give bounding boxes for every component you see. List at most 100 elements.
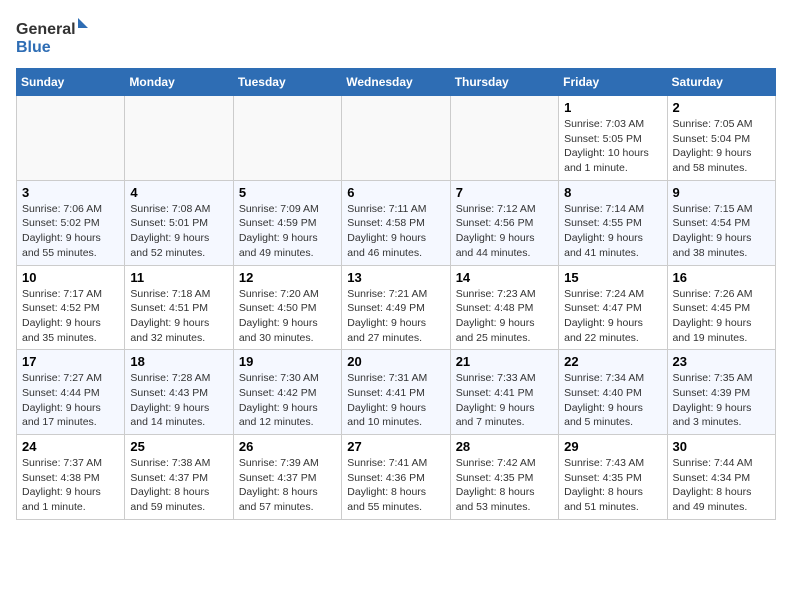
day-info: Sunrise: 7:05 AM Sunset: 5:04 PM Dayligh…: [673, 117, 770, 176]
svg-text:Blue: Blue: [16, 39, 51, 56]
calendar-cell: 30Sunrise: 7:44 AM Sunset: 4:34 PM Dayli…: [667, 435, 775, 520]
day-info: Sunrise: 7:24 AM Sunset: 4:47 PM Dayligh…: [564, 287, 661, 346]
calendar-cell: 20 Sunrise: 7:31 AM Sunset: 4:41 PM Dayli…: [342, 350, 450, 435]
day-number: 15: [564, 270, 661, 285]
calendar-cell: 26 Sunrise: 7:39 AM Sunset: 4:37 PM Dayli…: [233, 435, 341, 520]
day-number: 16: [673, 270, 770, 285]
day-number: 24: [22, 439, 119, 454]
day-number: 1: [564, 100, 661, 115]
header: GeneralBlue: [16, 16, 776, 56]
calendar-cell: 24 Sunrise: 7:37 AM Sunset: 4:38 PM Dayli…: [17, 435, 125, 520]
day-number: 6: [347, 185, 444, 200]
calendar-header-wednesday: Wednesday: [342, 69, 450, 96]
calendar-header-tuesday: Tuesday: [233, 69, 341, 96]
calendar-week-row: 17Sunrise: 7:27 AM Sunset: 4:44 PM Dayli…: [17, 350, 776, 435]
calendar-cell: 13Sunrise: 7:21 AM Sunset: 4:49 PM Dayli…: [342, 265, 450, 350]
day-number: 26: [239, 439, 336, 454]
day-info: Sunrise: 7:30 AM Sunset: 4:42 PM Dayligh…: [239, 371, 336, 430]
day-info: Sunrise: 7:09 AM Sunset: 4:59 PM Dayligh…: [239, 202, 336, 261]
calendar-header-saturday: Saturday: [667, 69, 775, 96]
calendar-week-row: 24 Sunrise: 7:37 AM Sunset: 4:38 PM Dayli…: [17, 435, 776, 520]
day-number: 8: [564, 185, 661, 200]
day-info: Sunrise: 7:14 AM Sunset: 4:55 PM Dayligh…: [564, 202, 661, 261]
calendar-cell: 16 Sunrise: 7:26 AM Sunset: 4:45 PM Dayli…: [667, 265, 775, 350]
day-info: Sunrise: 7:43 AM Sunset: 4:35 PM Dayligh…: [564, 456, 661, 515]
day-number: 9: [673, 185, 770, 200]
day-number: 7: [456, 185, 553, 200]
calendar-cell: 12 Sunrise: 7:20 AM Sunset: 4:50 PM Dayli…: [233, 265, 341, 350]
calendar-cell: 1 Sunrise: 7:03 AM Sunset: 5:05 PM Daylig…: [559, 96, 667, 181]
calendar-week-row: 3Sunrise: 7:06 AM Sunset: 5:02 PM Daylig…: [17, 180, 776, 265]
day-info: Sunrise: 7:20 AM Sunset: 4:50 PM Dayligh…: [239, 287, 336, 346]
day-number: 28: [456, 439, 553, 454]
calendar-cell: 9 Sunrise: 7:15 AM Sunset: 4:54 PM Daylig…: [667, 180, 775, 265]
day-number: 25: [130, 439, 227, 454]
day-info: Sunrise: 7:44 AM Sunset: 4:34 PM Dayligh…: [673, 456, 770, 515]
calendar-cell: 11 Sunrise: 7:18 AM Sunset: 4:51 PM Dayli…: [125, 265, 233, 350]
calendar-cell: [342, 96, 450, 181]
calendar-cell: 28 Sunrise: 7:42 AM Sunset: 4:35 PM Dayli…: [450, 435, 558, 520]
calendar-header-sunday: Sunday: [17, 69, 125, 96]
day-number: 12: [239, 270, 336, 285]
day-number: 13: [347, 270, 444, 285]
calendar-cell: [233, 96, 341, 181]
day-number: 14: [456, 270, 553, 285]
day-number: 21: [456, 354, 553, 369]
calendar-cell: 6 Sunrise: 7:11 AM Sunset: 4:58 PM Daylig…: [342, 180, 450, 265]
calendar-cell: 23 Sunrise: 7:35 AM Sunset: 4:39 PM Dayli…: [667, 350, 775, 435]
calendar-cell: 10 Sunrise: 7:17 AM Sunset: 4:52 PM Dayli…: [17, 265, 125, 350]
day-info: Sunrise: 7:35 AM Sunset: 4:39 PM Dayligh…: [673, 371, 770, 430]
calendar-cell: 2 Sunrise: 7:05 AM Sunset: 5:04 PM Daylig…: [667, 96, 775, 181]
day-info: Sunrise: 7:15 AM Sunset: 4:54 PM Dayligh…: [673, 202, 770, 261]
day-info: Sunrise: 7:27 AM Sunset: 4:44 PM Dayligh…: [22, 371, 119, 430]
day-info: Sunrise: 7:12 AM Sunset: 4:56 PM Dayligh…: [456, 202, 553, 261]
day-number: 19: [239, 354, 336, 369]
calendar-header-row: SundayMondayTuesdayWednesdayThursdayFrid…: [17, 69, 776, 96]
day-info: Sunrise: 7:26 AM Sunset: 4:45 PM Dayligh…: [673, 287, 770, 346]
logo: GeneralBlue: [16, 16, 96, 56]
calendar: SundayMondayTuesdayWednesdayThursdayFrid…: [16, 68, 776, 520]
calendar-cell: 4Sunrise: 7:08 AM Sunset: 5:01 PM Daylig…: [125, 180, 233, 265]
calendar-cell: 15 Sunrise: 7:24 AM Sunset: 4:47 PM Dayli…: [559, 265, 667, 350]
day-info: Sunrise: 7:23 AM Sunset: 4:48 PM Dayligh…: [456, 287, 553, 346]
calendar-header-friday: Friday: [559, 69, 667, 96]
day-number: 27: [347, 439, 444, 454]
day-info: Sunrise: 7:31 AM Sunset: 4:41 PM Dayligh…: [347, 371, 444, 430]
calendar-cell: 14 Sunrise: 7:23 AM Sunset: 4:48 PM Dayli…: [450, 265, 558, 350]
calendar-cell: 5Sunrise: 7:09 AM Sunset: 4:59 PM Daylig…: [233, 180, 341, 265]
calendar-cell: 29 Sunrise: 7:43 AM Sunset: 4:35 PM Dayli…: [559, 435, 667, 520]
day-number: 10: [22, 270, 119, 285]
day-info: Sunrise: 7:41 AM Sunset: 4:36 PM Dayligh…: [347, 456, 444, 515]
day-number: 22: [564, 354, 661, 369]
calendar-cell: 21 Sunrise: 7:33 AM Sunset: 4:41 PM Dayli…: [450, 350, 558, 435]
day-number: 11: [130, 270, 227, 285]
day-info: Sunrise: 7:42 AM Sunset: 4:35 PM Dayligh…: [456, 456, 553, 515]
day-info: Sunrise: 7:37 AM Sunset: 4:38 PM Dayligh…: [22, 456, 119, 515]
day-info: Sunrise: 7:06 AM Sunset: 5:02 PM Dayligh…: [22, 202, 119, 261]
calendar-cell: 17Sunrise: 7:27 AM Sunset: 4:44 PM Dayli…: [17, 350, 125, 435]
calendar-week-row: 10 Sunrise: 7:17 AM Sunset: 4:52 PM Dayli…: [17, 265, 776, 350]
day-number: 4: [130, 185, 227, 200]
day-info: Sunrise: 7:11 AM Sunset: 4:58 PM Dayligh…: [347, 202, 444, 261]
day-info: Sunrise: 7:33 AM Sunset: 4:41 PM Dayligh…: [456, 371, 553, 430]
day-number: 29: [564, 439, 661, 454]
day-number: 20: [347, 354, 444, 369]
calendar-cell: [125, 96, 233, 181]
day-info: Sunrise: 7:38 AM Sunset: 4:37 PM Dayligh…: [130, 456, 227, 515]
svg-text:General: General: [16, 21, 76, 38]
day-number: 18: [130, 354, 227, 369]
day-number: 2: [673, 100, 770, 115]
day-info: Sunrise: 7:03 AM Sunset: 5:05 PM Dayligh…: [564, 117, 661, 176]
day-info: Sunrise: 7:39 AM Sunset: 4:37 PM Dayligh…: [239, 456, 336, 515]
calendar-cell: 19 Sunrise: 7:30 AM Sunset: 4:42 PM Dayli…: [233, 350, 341, 435]
calendar-cell: 25 Sunrise: 7:38 AM Sunset: 4:37 PM Dayli…: [125, 435, 233, 520]
calendar-week-row: 1 Sunrise: 7:03 AM Sunset: 5:05 PM Daylig…: [17, 96, 776, 181]
day-info: Sunrise: 7:34 AM Sunset: 4:40 PM Dayligh…: [564, 371, 661, 430]
calendar-cell: 27 Sunrise: 7:41 AM Sunset: 4:36 PM Dayli…: [342, 435, 450, 520]
calendar-cell: 8 Sunrise: 7:14 AM Sunset: 4:55 PM Daylig…: [559, 180, 667, 265]
day-number: 23: [673, 354, 770, 369]
day-info: Sunrise: 7:17 AM Sunset: 4:52 PM Dayligh…: [22, 287, 119, 346]
logo-svg: GeneralBlue: [16, 16, 96, 56]
calendar-cell: 3Sunrise: 7:06 AM Sunset: 5:02 PM Daylig…: [17, 180, 125, 265]
day-info: Sunrise: 7:18 AM Sunset: 4:51 PM Dayligh…: [130, 287, 227, 346]
